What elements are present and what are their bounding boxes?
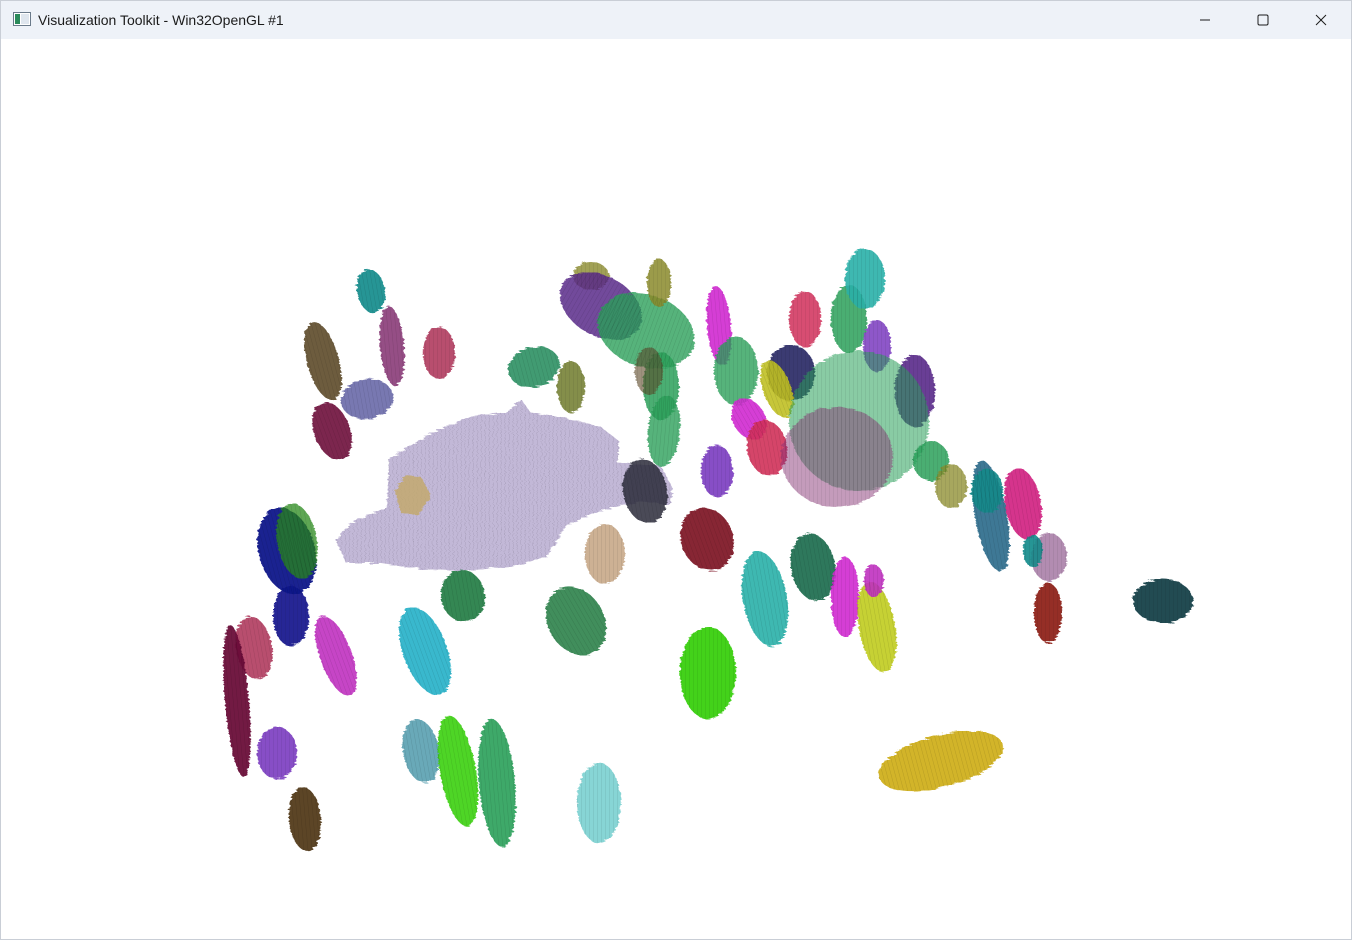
structure-shading — [304, 322, 342, 400]
structure-shading — [1023, 535, 1043, 567]
minimize-button[interactable] — [1176, 1, 1234, 39]
structure-shading — [402, 719, 440, 783]
3d-scene[interactable] — [1, 39, 1351, 939]
structure-shading — [423, 327, 455, 379]
structure-shading — [635, 347, 663, 395]
close-icon — [1315, 14, 1327, 26]
structure-shading — [781, 407, 893, 507]
structure-shading — [585, 524, 625, 584]
structure-shading — [680, 507, 734, 571]
structure-shading — [701, 445, 733, 497]
structure-shading — [577, 763, 621, 843]
structure-shading — [356, 269, 386, 313]
close-button[interactable] — [1292, 1, 1350, 39]
maximize-icon — [1257, 14, 1269, 26]
structure-shading — [741, 551, 789, 647]
structure-shading — [437, 715, 479, 827]
structure-shading — [1133, 579, 1193, 623]
structure-shading — [864, 565, 884, 597]
structure-shading — [288, 787, 322, 851]
minimize-icon — [1200, 19, 1210, 21]
app-window: Visualization Toolkit - Win32OpenGL #1 — [0, 0, 1352, 940]
structure-shading — [878, 730, 1004, 792]
structure-shading — [508, 346, 560, 388]
structure-shading — [379, 306, 405, 386]
maximize-button[interactable] — [1234, 1, 1292, 39]
structure-shading — [257, 727, 297, 779]
structure-shading — [935, 464, 967, 508]
structure-shading — [971, 469, 1003, 513]
structure-shading — [557, 361, 585, 413]
structure-shading — [714, 337, 758, 405]
title-bar[interactable]: Visualization Toolkit - Win32OpenGL #1 — [1, 1, 1351, 39]
structure-shading — [440, 570, 486, 622]
structure-shading — [341, 378, 393, 420]
structure-shading — [1034, 583, 1062, 643]
structure-shading — [545, 586, 607, 656]
structure-shading — [478, 719, 516, 847]
render-viewport[interactable] — [1, 39, 1351, 939]
structure-shading — [789, 291, 821, 347]
structure-shading — [680, 627, 736, 719]
structure-shading — [315, 616, 357, 696]
structure-shading — [845, 249, 885, 309]
structure-shading — [831, 557, 859, 637]
structure-shading — [273, 586, 309, 646]
window-title: Visualization Toolkit - Win32OpenGL #1 — [38, 12, 284, 28]
structure-shading — [647, 259, 671, 307]
vtk-app-icon — [13, 12, 31, 26]
